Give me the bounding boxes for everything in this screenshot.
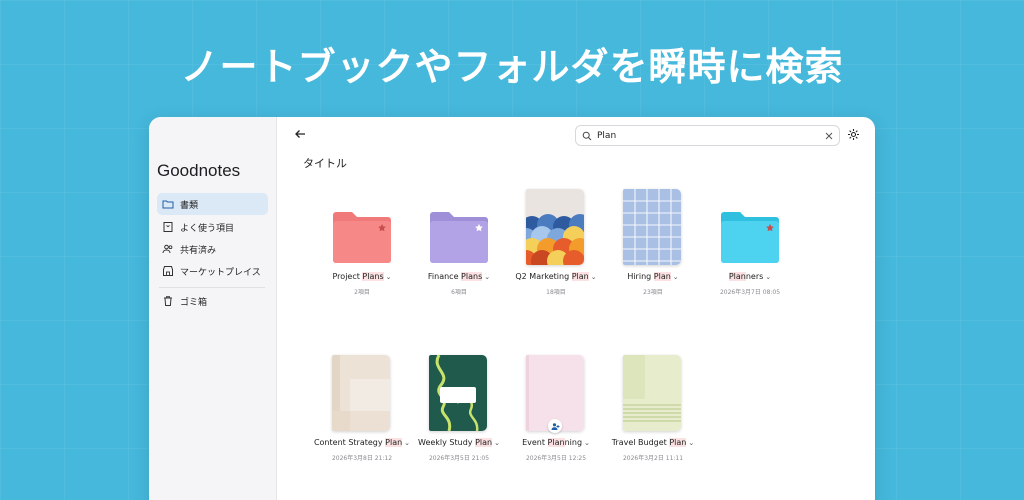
sidebar-item-documents[interactable]: 書類 bbox=[157, 193, 268, 215]
chevron-down-icon[interactable]: ⌄ bbox=[688, 439, 694, 447]
item-meta: 2026年3月7日 08:05 bbox=[719, 289, 781, 296]
clear-search-icon[interactable] bbox=[825, 132, 833, 140]
promo-headline: ノートブックやフォルダを瞬時に検索 bbox=[180, 45, 844, 89]
folder-icon bbox=[430, 212, 488, 263]
sidebar-item-trash[interactable]: ゴミ箱 bbox=[157, 290, 268, 312]
item-meta: 2026年3月2日 11:11 bbox=[622, 455, 684, 462]
section-title: タイトル bbox=[303, 157, 347, 170]
folder-icon bbox=[333, 212, 391, 263]
sidebar-item-favorites[interactable]: よく使う項目 bbox=[157, 216, 268, 238]
chevron-down-icon[interactable]: ⌄ bbox=[386, 273, 392, 281]
chevron-down-icon[interactable]: ⌄ bbox=[584, 439, 590, 447]
notebook-cover bbox=[526, 189, 584, 265]
sidebar-item-label: ゴミ箱 bbox=[180, 297, 208, 308]
trash-icon bbox=[164, 296, 172, 306]
search-icon bbox=[582, 131, 592, 140]
chevron-down-icon[interactable]: ⌄ bbox=[765, 273, 771, 281]
shared-badge bbox=[548, 419, 562, 433]
search-input[interactable] bbox=[597, 130, 820, 141]
sidebar-item-shared[interactable]: 共有済み bbox=[157, 238, 268, 260]
app-window: Goodnotes 書類 よく使う項目 共有済み マーケットプレイス ゴミ箱 P… bbox=[149, 117, 875, 500]
chevron-down-icon[interactable]: ⌄ bbox=[484, 273, 490, 281]
notebook-cover bbox=[332, 355, 390, 431]
sidebar-item-label: よく使う項目 bbox=[180, 223, 235, 234]
notebook-cover bbox=[429, 355, 487, 431]
main-content: タイトル Project Plans⌄ 2項目 Finance Plans⌄ 6… bbox=[277, 117, 875, 500]
bookmark-icon bbox=[163, 222, 173, 232]
sidebar-item-label: マーケットプレイス bbox=[180, 267, 261, 278]
chevron-down-icon[interactable]: ⌄ bbox=[673, 273, 679, 281]
sidebar: Goodnotes 書類 よく使う項目 共有済み マーケットプレイス ゴミ箱 bbox=[149, 117, 277, 500]
notebook-cover bbox=[623, 355, 681, 431]
gear-icon[interactable] bbox=[847, 128, 860, 141]
item-title: Planners ⌄ bbox=[728, 272, 772, 281]
sidebar-item-marketplace[interactable]: マーケットプレイス bbox=[157, 260, 268, 282]
sidebar-item-label: 共有済み bbox=[180, 245, 217, 256]
app-brand: Goodnotes bbox=[157, 161, 241, 180]
sidebar-divider bbox=[159, 287, 265, 288]
item-title: Travel Budget Plan ⌄ bbox=[611, 438, 695, 447]
folder-icon bbox=[162, 200, 174, 209]
back-arrow-icon[interactable] bbox=[293, 127, 307, 141]
notebook-cover bbox=[623, 189, 681, 265]
shared-person-icon bbox=[551, 422, 559, 430]
folder-icon bbox=[721, 212, 779, 263]
sidebar-item-label: 書類 bbox=[180, 200, 199, 211]
search-bar bbox=[575, 125, 840, 146]
store-icon bbox=[163, 266, 173, 276]
people-icon bbox=[162, 244, 173, 254]
